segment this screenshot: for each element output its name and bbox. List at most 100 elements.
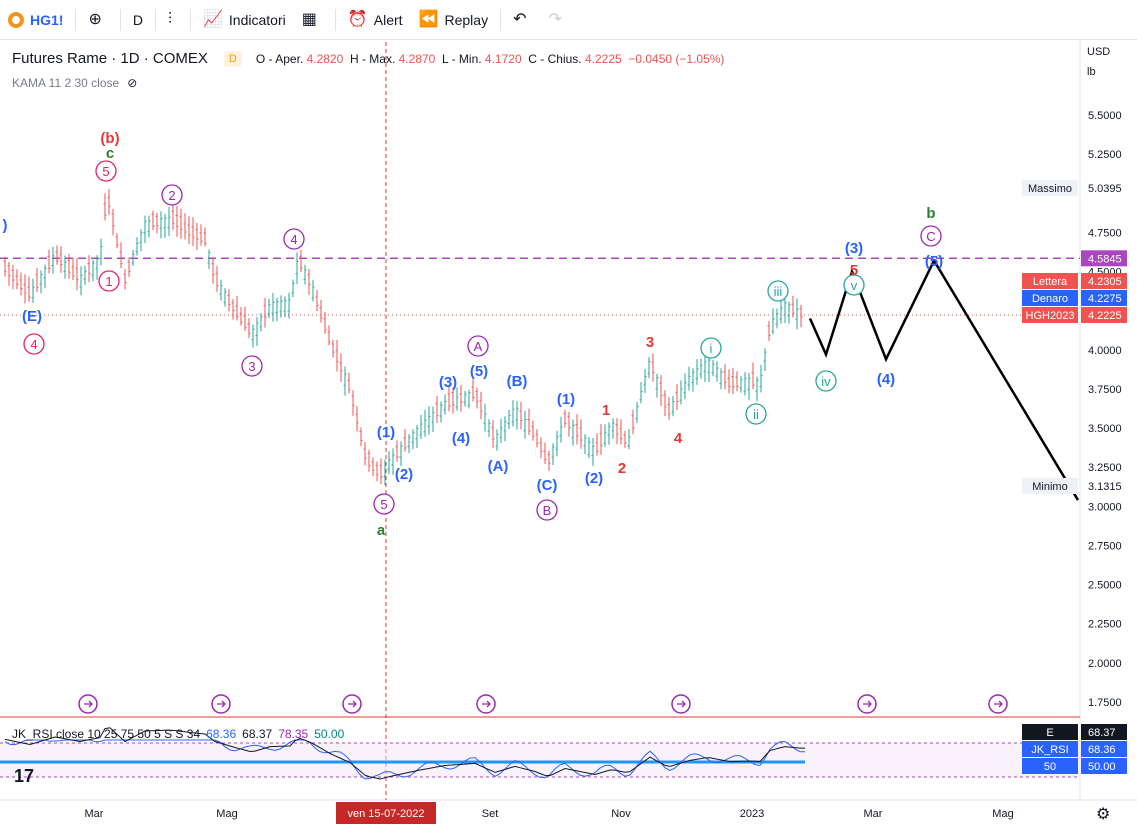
- close-value: 4.2225: [584, 51, 622, 66]
- rewind-icon: ⏪: [418, 10, 439, 28]
- low-label: L - Min.: [442, 51, 482, 66]
- indicators-label: Indicatori: [228, 11, 286, 28]
- wave-label: iii: [774, 284, 783, 299]
- massimo-tag: Massimo: [1028, 183, 1072, 195]
- alert-label: Alert: [373, 11, 403, 28]
- wave-label: c: [106, 145, 114, 162]
- price-tick-label: 5.2500: [1088, 149, 1122, 161]
- minimo-value: 3.1315: [1088, 481, 1122, 493]
- templates-button[interactable]: ▦: [294, 0, 331, 40]
- price-tick-label: 5.5000: [1088, 110, 1122, 122]
- wave-label: (2): [395, 466, 413, 483]
- rsi-value-1: 68.36: [206, 727, 237, 741]
- ask-tag: Lettera: [1033, 276, 1068, 288]
- time-tick-label: Mar: [864, 808, 883, 820]
- ohlc-values: O - Aper. 4.2820 H - Max. 4.2870 L - Min…: [256, 52, 725, 66]
- price-tick-label: 3.2500: [1088, 462, 1122, 474]
- rsi-legend[interactable]: JK_RSI close 10 25 75 50 5 S S 34 68.36 …: [12, 727, 344, 741]
- interval-button[interactable]: D: [125, 0, 151, 40]
- rsi-e-value: 68.37: [1088, 727, 1116, 739]
- indicators-button[interactable]: 📈 Indicatori: [195, 0, 294, 40]
- symbol-search-button[interactable]: HG1!: [0, 0, 71, 40]
- wave-label: 5: [380, 497, 387, 512]
- open-label: O - Aper.: [255, 51, 304, 66]
- rsi-value-4: 50.00: [314, 727, 345, 741]
- toolbar-divider: [154, 8, 156, 31]
- wave-label: (A): [488, 458, 509, 475]
- wave-label: 5: [102, 164, 109, 179]
- massimo-value: 5.0395: [1088, 183, 1122, 195]
- wave-label: 2: [618, 460, 626, 477]
- rsi-value-3: 78.35: [278, 727, 309, 741]
- wave-label: ii: [753, 407, 759, 422]
- wave-label: (4): [877, 371, 895, 388]
- bid-value: 4.2275: [1088, 293, 1122, 305]
- bid-tag: Denaro: [1032, 293, 1068, 305]
- toolbar-divider: [500, 8, 502, 31]
- undo-button[interactable]: ↶: [505, 0, 540, 40]
- rsi-mid-value: 50.00: [1088, 761, 1116, 773]
- price-chart[interactable]: 5.50005.25004.75004.50004.00003.75003.50…: [0, 40, 1137, 832]
- copper-logo-icon: [8, 11, 24, 28]
- wave-label: (E): [22, 308, 42, 325]
- redo-icon: ↷: [548, 10, 562, 28]
- last-tag: HGH2023: [1026, 310, 1075, 322]
- wave-label: (5): [925, 253, 943, 270]
- rsi-tag: JK_RSI: [1031, 744, 1068, 756]
- kama-legend[interactable]: KAMA 11 2 30 close ⊘: [12, 76, 137, 90]
- chart-title[interactable]: Futures Rame · 1D · COMEX: [12, 50, 208, 67]
- symbol-label: HG1!: [30, 11, 64, 28]
- delayed-badge[interactable]: D: [223, 50, 242, 67]
- price-tick-label: 4.7500: [1088, 227, 1122, 239]
- bars-compare-icon: ⫶: [167, 10, 172, 28]
- open-value: 4.2820: [306, 51, 344, 66]
- wave-label: (3): [845, 240, 863, 257]
- minimo-tag: Minimo: [1032, 481, 1067, 493]
- tradingview-logo[interactable]: 17: [14, 766, 42, 788]
- wave-label: (B): [507, 373, 528, 390]
- main-legend: Futures Rame · 1D · COMEX D O - Aper. 4.…: [12, 50, 724, 67]
- high-label: H - Max.: [349, 51, 396, 66]
- toolbar-divider: [334, 8, 336, 31]
- replay-label: Replay: [444, 11, 489, 28]
- alarm-clock-icon: ⏰: [347, 10, 368, 28]
- replay-button[interactable]: ⏪ Replay: [411, 0, 497, 40]
- price-tick-label: 2.0000: [1088, 658, 1122, 670]
- compare-symbol-button[interactable]: ⊕: [80, 0, 115, 40]
- unit-selector[interactable]: lb: [1087, 66, 1096, 78]
- rsi-name: JK_RSI close 10 25 75 50 5 S S 34: [12, 727, 201, 741]
- plus-circle-icon: ⊕: [88, 10, 102, 28]
- wave-label: ): [3, 217, 8, 234]
- undo-icon: ↶: [513, 10, 527, 28]
- time-tick-label: Mag: [216, 808, 237, 820]
- wave-label: a: [377, 522, 386, 539]
- wave-label: iv: [821, 374, 831, 389]
- dashed-level-value: 4.5845: [1088, 253, 1122, 265]
- price-tick-label: 1.7500: [1088, 697, 1122, 709]
- wave-label: 1: [105, 274, 112, 289]
- price-tick-label: 2.2500: [1088, 619, 1122, 631]
- price-tick-label: 4.0000: [1088, 345, 1122, 357]
- rsi-value-2: 68.37: [242, 727, 273, 741]
- alert-button[interactable]: ⏰ Alert: [340, 0, 411, 40]
- wave-label: i: [710, 341, 713, 356]
- wave-label: 4: [290, 232, 297, 247]
- gear-icon[interactable]: ⚙: [1096, 804, 1110, 824]
- wave-label: (5): [470, 363, 488, 380]
- wave-label: 3: [646, 334, 654, 351]
- eye-hidden-icon[interactable]: ⊘: [127, 76, 137, 90]
- time-tick-label: Set: [482, 808, 499, 820]
- wave-label: (C): [537, 477, 558, 494]
- currency-selector[interactable]: USD: [1087, 46, 1110, 58]
- rsi-value: 68.36: [1088, 744, 1116, 756]
- chart-type-button[interactable]: ⫶: [160, 0, 186, 40]
- kama-label: KAMA 11 2 30 close: [12, 76, 120, 90]
- wave-label: b: [926, 205, 935, 222]
- price-tick-label: 3.5000: [1088, 423, 1122, 435]
- wave-label: v: [851, 278, 858, 293]
- wave-label: 5: [850, 262, 858, 279]
- toolbar-divider: [190, 8, 191, 31]
- rsi-mid-tag: 50: [1044, 761, 1056, 773]
- wave-label: (2): [585, 470, 603, 487]
- redo-button[interactable]: ↷: [541, 0, 576, 40]
